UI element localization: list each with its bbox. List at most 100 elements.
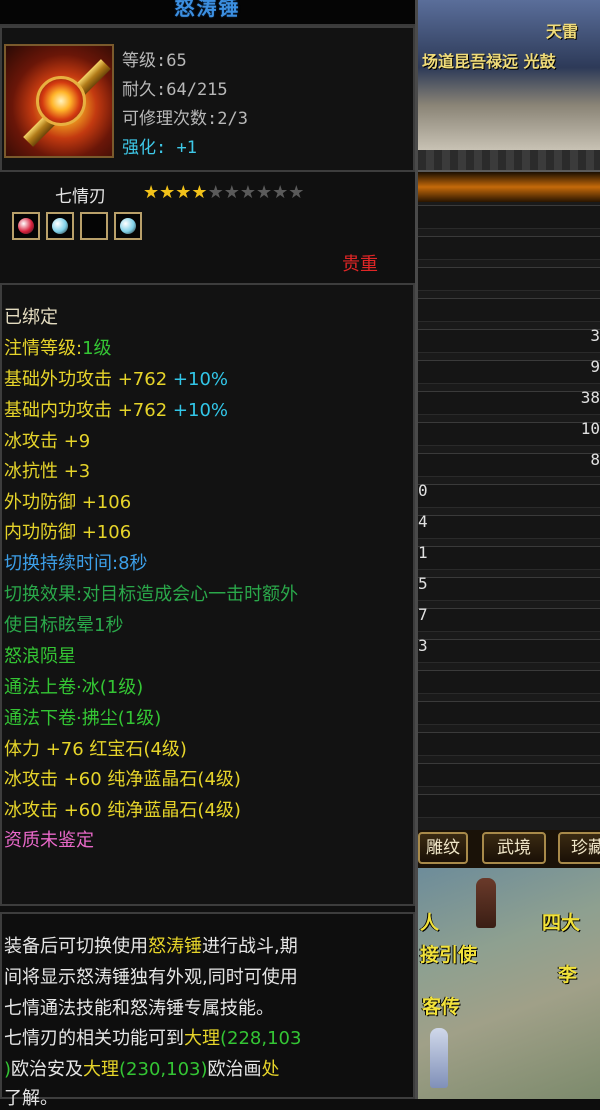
list-row[interactable] xyxy=(418,298,600,322)
list-value: 5 xyxy=(418,574,428,593)
list-row[interactable] xyxy=(418,360,600,384)
list-row[interactable] xyxy=(418,732,600,756)
star-empty-icon: ★ xyxy=(288,182,305,203)
star-empty-icon: ★ xyxy=(223,182,240,203)
game-scene: 天雷 场道昆吾禄远 光鼓 3 9 38 10 8 0 4 1 5 7 3 雕纹 武境 珍藏 人 四大… xyxy=(418,0,600,1099)
gem-slot-2[interactable] xyxy=(46,212,74,240)
list-row[interactable] xyxy=(418,701,600,725)
event-banner[interactable]: 天雷 场道昆吾禄远 光鼓 xyxy=(418,0,600,150)
crystal-gem-icon xyxy=(52,218,68,234)
list-value: 0 xyxy=(418,481,428,500)
desc-highlight: 怒涛锤 xyxy=(148,936,202,957)
gem-row-label: 七情刃 xyxy=(55,187,106,207)
list-row[interactable] xyxy=(418,515,600,539)
switch-duration: 切换持续时间:8秒 xyxy=(4,553,148,574)
list-row[interactable] xyxy=(418,267,600,291)
player-character[interactable] xyxy=(430,1028,448,1088)
desc-line-6: 了解。 xyxy=(4,1088,58,1109)
desc-line-1: 装备后可切换使用怒涛锤进行战斗,期 xyxy=(4,932,298,958)
desc-text: 处 xyxy=(261,1059,280,1080)
gem-slot-3[interactable] xyxy=(80,212,108,240)
item-repairs: 可修理次数:2/3 xyxy=(122,109,248,129)
desc-text: 七情刃的相关功能可到 xyxy=(4,1028,184,1049)
npc-label-5: 客传 xyxy=(422,996,461,1018)
list-value: 10 xyxy=(580,419,600,438)
npc-label-2: 四大 xyxy=(542,912,581,934)
ext-attack-pct: +10% xyxy=(172,369,228,390)
desc-coords: ) xyxy=(4,1059,12,1080)
list-row[interactable] xyxy=(418,236,600,260)
list-value: 9 xyxy=(590,357,600,376)
tab-collection[interactable]: 珍藏 xyxy=(558,832,600,864)
desc-text: 装备后可切换使用 xyxy=(4,936,148,957)
skill-name: 怒浪陨星 xyxy=(4,646,76,667)
gem-slot-1[interactable] xyxy=(12,212,40,240)
list-value: 8 xyxy=(590,450,600,469)
desc-text: 欧治画 xyxy=(207,1059,262,1080)
list-row[interactable] xyxy=(418,484,600,508)
panel-header-bar xyxy=(418,172,600,202)
list-row[interactable] xyxy=(418,453,600,477)
star-rating: ★★★★★★★★★★ xyxy=(143,182,304,203)
title-bar: 怒涛锤 xyxy=(0,0,415,26)
infuse-label: 注情等级: xyxy=(4,338,83,359)
star-filled-icon: ★ xyxy=(159,182,176,203)
list-row[interactable] xyxy=(418,577,600,601)
list-row[interactable] xyxy=(418,794,600,818)
list-value: 7 xyxy=(418,605,428,624)
gem-slot-4[interactable] xyxy=(114,212,142,240)
rarity-label: 贵重 xyxy=(342,254,378,275)
tab-martial-realm[interactable]: 武境 xyxy=(482,832,546,864)
list-value: 3 xyxy=(590,326,600,345)
infuse-level: 注情等级:1级 xyxy=(4,334,112,360)
list-row[interactable] xyxy=(418,205,600,229)
list-value: 1 xyxy=(418,543,428,562)
list-row[interactable] xyxy=(418,391,600,415)
desc-line-5: )欧治安及大理(230,103)欧治画处 xyxy=(4,1055,280,1081)
hammer-head xyxy=(36,76,86,126)
switch-effect-line-1: 切换效果:对目标造成会心一击时额外 xyxy=(4,584,299,605)
desc-coords: (230,103) xyxy=(119,1059,208,1080)
infuse-value: 1级 xyxy=(82,338,112,359)
banner-text: 场道昆吾禄远 光鼓 xyxy=(422,52,556,71)
list-row[interactable] xyxy=(418,639,600,663)
npc-character[interactable] xyxy=(476,878,496,928)
list-row[interactable] xyxy=(418,546,600,570)
stat-ice-resist: 冰抗性 +3 xyxy=(4,461,91,482)
desc-line-3: 七情通法技能和怒涛锤专属技能。 xyxy=(4,998,274,1019)
list-value: 38 xyxy=(580,388,600,407)
bound-status: 已绑定 xyxy=(4,307,58,328)
tab-carving[interactable]: 雕纹 xyxy=(418,832,468,864)
item-tooltip: 怒涛锤 等级:65 耐久:64/215 可修理次数:2/3 强化: +1 七情刃… xyxy=(0,0,418,1109)
skill-book-1: 通法上卷·冰(1级) xyxy=(4,677,144,698)
stat-int-attack: 基础内功攻击 +762 +10% xyxy=(4,396,228,422)
star-filled-icon: ★ xyxy=(175,182,192,203)
gem-stat-1: 体力 +76 红宝石(4级) xyxy=(4,739,187,760)
list-row[interactable] xyxy=(418,608,600,632)
list-value: 3 xyxy=(418,636,428,655)
crystal-gem-icon xyxy=(120,218,136,234)
int-attack-text: 基础内功攻击 +762 xyxy=(4,400,168,421)
list-row[interactable] xyxy=(418,329,600,353)
tab-strip: 雕纹 武境 珍藏 xyxy=(418,830,600,868)
star-filled-icon: ★ xyxy=(191,182,208,203)
gem-stat-3: 冰攻击 +60 纯净蓝晶石(4级) xyxy=(4,800,241,821)
item-strengthen: 强化: +1 xyxy=(122,133,197,158)
list-value: 4 xyxy=(418,512,428,531)
switch-effect-line-2: 使目标眩晕1秒 xyxy=(4,615,124,636)
list-row[interactable] xyxy=(418,422,600,446)
desc-line-4: 七情刃的相关功能可到大理(228,103 xyxy=(4,1024,301,1050)
banner-top-text: 天雷 xyxy=(546,22,579,41)
desc-location-link[interactable]: 大理 xyxy=(184,1028,220,1049)
list-row[interactable] xyxy=(418,763,600,787)
star-empty-icon: ★ xyxy=(207,182,224,203)
aptitude-status: 资质未鉴定 xyxy=(4,830,94,851)
game-world-view[interactable]: 人 四大 接引使 李 客传 xyxy=(418,868,600,1099)
desc-coords: (228,103 xyxy=(220,1028,302,1049)
desc-text: 进行战斗,期 xyxy=(202,936,298,957)
desc-location-link[interactable]: 大理 xyxy=(83,1059,119,1080)
star-empty-icon: ★ xyxy=(239,182,256,203)
list-row[interactable] xyxy=(418,670,600,694)
star-empty-icon: ★ xyxy=(255,182,273,203)
skill-book-2: 通法下卷·拂尘(1级) xyxy=(4,708,162,729)
